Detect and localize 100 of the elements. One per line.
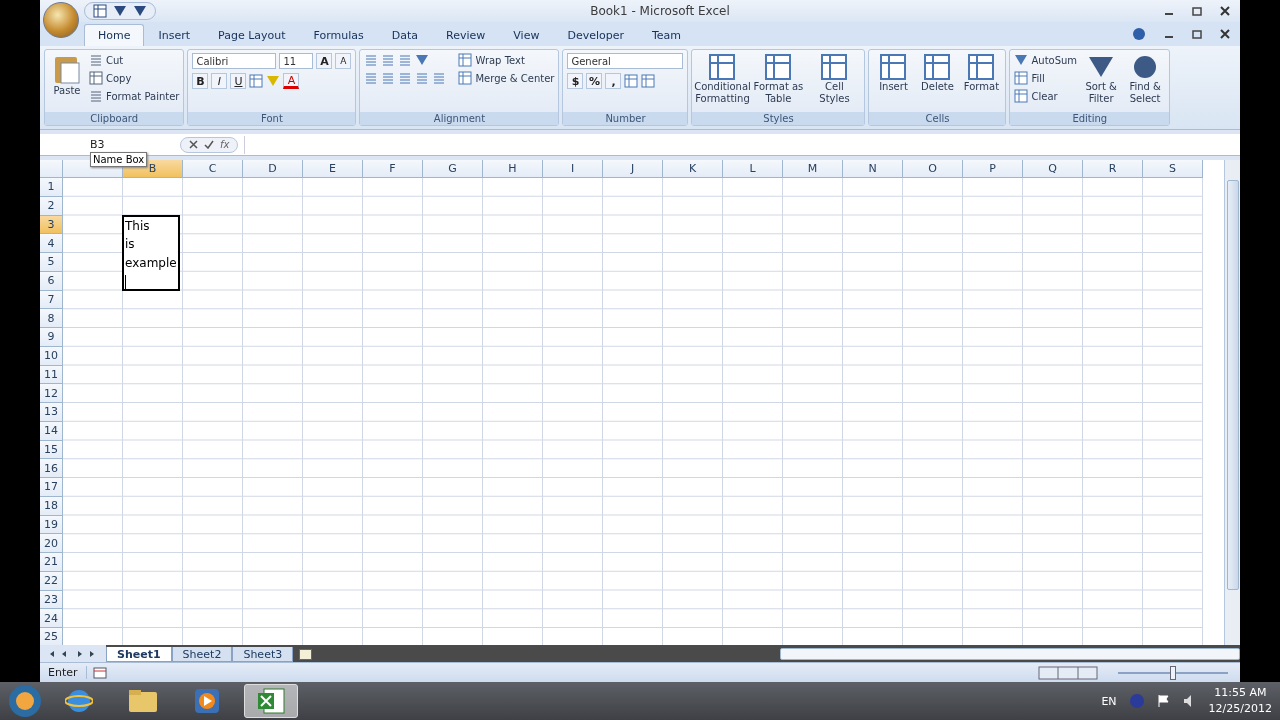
restore-icon[interactable] [1192, 6, 1202, 16]
row-header[interactable]: 4 [40, 234, 63, 253]
row-header[interactable]: 9 [40, 328, 63, 347]
paste-button[interactable]: Paste [49, 53, 85, 97]
column-header[interactable]: P [963, 160, 1023, 178]
macro-icon[interactable] [92, 666, 107, 679]
cell-text: example [125, 255, 177, 272]
media-player-icon [193, 687, 221, 715]
ribbon-tab[interactable]: Team [638, 24, 696, 46]
column-header[interactable]: I [543, 160, 603, 178]
row-header[interactable]: 21 [40, 553, 63, 572]
ribbon-tab[interactable]: Developer [553, 24, 638, 46]
office-button[interactable] [43, 2, 79, 38]
ribbon-button[interactable]: Format [961, 53, 1002, 93]
insert-function-button[interactable]: fx [220, 139, 230, 150]
alignment-button[interactable]: Merge & Center [475, 72, 555, 84]
close-icon[interactable] [1220, 6, 1230, 16]
sheet-tab[interactable]: Sheet2 [171, 647, 233, 662]
sheet-tab[interactable]: Sheet3 [232, 647, 294, 662]
taskbar-app[interactable] [244, 684, 298, 718]
ribbon-tab[interactable]: Page Layout [204, 24, 300, 46]
clipboard-button[interactable]: Cut [106, 54, 124, 66]
column-header[interactable]: H [483, 160, 543, 178]
ribbon-button[interactable]: Insert [873, 53, 914, 93]
cell-grid[interactable] [63, 178, 1203, 645]
row-header[interactable]: 17 [40, 478, 63, 497]
number-format-field[interactable]: General [567, 53, 684, 69]
column-header[interactable]: J [603, 160, 663, 178]
ribbon-tab[interactable]: View [499, 24, 554, 46]
cell-editor[interactable]: This is example [122, 214, 180, 291]
row-header[interactable]: 1 [40, 178, 63, 197]
ribbon-button[interactable]: Conditional Formatting [696, 53, 749, 105]
number-format-button[interactable]: $ [567, 73, 584, 89]
column-header[interactable]: E [303, 160, 363, 178]
status-mode: Enter [40, 666, 87, 679]
column-header[interactable]: L [723, 160, 783, 178]
italic-button[interactable]: I [211, 73, 228, 89]
ribbon-tab[interactable]: Home [84, 24, 145, 46]
number-format-button[interactable]: , [605, 73, 622, 89]
new-sheet-icon[interactable] [299, 649, 313, 660]
grid-icon [923, 53, 952, 81]
horizontal-scrollbar[interactable] [780, 648, 1240, 660]
start-button[interactable] [8, 684, 42, 718]
column-header[interactable]: N [843, 160, 903, 178]
ribbon-button[interactable]: Cell Styles [808, 53, 861, 105]
sheet-tab[interactable]: Sheet1 [106, 647, 172, 662]
clipboard-button[interactable]: Format Painter [106, 90, 180, 102]
name-box[interactable]: B3 [90, 138, 174, 151]
close-icon[interactable] [1220, 29, 1230, 39]
column-header[interactable]: K [663, 160, 723, 178]
row-header[interactable]: 16 [40, 459, 63, 478]
column-header[interactable]: R [1083, 160, 1143, 178]
number-format-button[interactable]: % [586, 73, 603, 89]
row-header[interactable]: 13 [40, 403, 63, 422]
ribbon-tab[interactable]: Data [377, 24, 433, 46]
alignment-button[interactable]: Wrap Text [475, 54, 525, 66]
editing-button[interactable]: Fill [1031, 72, 1045, 84]
grow-font-button[interactable]: A [316, 53, 333, 69]
column-header[interactable]: G [423, 160, 483, 178]
column-header[interactable]: C [183, 160, 243, 178]
restore-icon[interactable] [1192, 29, 1202, 39]
row-header[interactable]: 20 [40, 534, 63, 553]
ribbon-tab[interactable]: Review [432, 24, 500, 46]
row-header[interactable]: 5 [40, 253, 63, 272]
middle-align-icon [381, 53, 396, 67]
clipboard-button[interactable]: Copy [106, 72, 132, 84]
ribbon-button[interactable]: Format as Table [752, 53, 805, 105]
shrink-font-button[interactable]: A [335, 53, 352, 69]
column-header[interactable]: M [783, 160, 843, 178]
font-name-field[interactable]: Calibri [192, 53, 277, 69]
cancel-icon[interactable] [189, 140, 198, 149]
ribbon-button[interactable]: Find & Select [1125, 53, 1166, 105]
bold-button[interactable]: B [192, 73, 209, 89]
language-indicator[interactable]: EN [1101, 694, 1117, 708]
column-header[interactable]: S [1143, 160, 1203, 178]
underline-button[interactable]: U [230, 73, 247, 89]
editing-button[interactable]: AutoSum [1031, 54, 1078, 66]
browser-icon [65, 687, 93, 715]
scrollbar-thumb[interactable] [1226, 180, 1239, 590]
row-header[interactable]: 24 [40, 609, 63, 628]
row-header[interactable]: 25 [40, 628, 63, 645]
column-header[interactable]: Q [1023, 160, 1083, 178]
ribbon-tab[interactable]: Insert [144, 24, 205, 46]
editing-button[interactable]: Clear [1031, 90, 1058, 102]
column-header[interactable]: F [363, 160, 423, 178]
font-color-button[interactable]: A [283, 73, 300, 89]
grid-icon [879, 53, 908, 81]
flag-icon[interactable] [1156, 694, 1171, 708]
column-header[interactable]: D [243, 160, 303, 178]
check-icon[interactable] [204, 140, 214, 149]
ribbon-tab[interactable]: Formulas [299, 24, 378, 46]
row-header[interactable]: 12 [40, 384, 63, 403]
font-size-field[interactable]: 11 [279, 53, 314, 69]
column-header[interactable]: O [903, 160, 963, 178]
zoom-slider-thumb[interactable] [1170, 665, 1176, 680]
ribbon-button[interactable]: Delete [917, 53, 958, 93]
grid-icon [967, 53, 996, 81]
clock[interactable]: 11:55 AM 12/25/2012 [1208, 685, 1272, 717]
ribbon-button[interactable]: Sort & Filter [1081, 53, 1122, 105]
row-header[interactable]: 8 [40, 309, 63, 328]
